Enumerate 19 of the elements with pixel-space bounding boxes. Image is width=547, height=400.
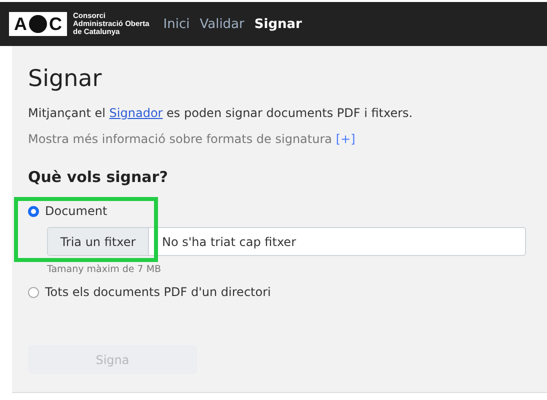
radio-button[interactable] xyxy=(28,286,39,298)
more-info-text: Mostra més informació sobre formats de signatura [+] xyxy=(28,132,356,146)
intro-text: Mitjançant el Signador es poden signar documents PDF i fitxers. xyxy=(28,106,414,120)
page-title: Signar xyxy=(28,66,103,92)
choose-file-button[interactable]: Tria un fitxer xyxy=(48,228,149,255)
nav-link[interactable]: Signar xyxy=(254,16,302,32)
circle-icon xyxy=(29,15,47,33)
size-hint: Tamany màxim de 7 MB xyxy=(47,264,162,275)
logo-letter: C xyxy=(49,14,62,34)
nav-link[interactable]: Validar xyxy=(200,16,244,32)
radio-button[interactable] xyxy=(28,206,39,216)
radio-label: Tots els documents PDF d'un directori xyxy=(45,285,271,299)
radio-label: Document xyxy=(45,204,108,218)
signador-link[interactable]: Signador xyxy=(109,106,163,120)
section-heading: Què vols signar? xyxy=(28,168,169,186)
logo-letter: A xyxy=(14,14,27,34)
nav-link[interactable]: Inici xyxy=(163,16,190,32)
file-status: No s'ha triat cap fitxer xyxy=(161,234,296,250)
file-input[interactable]: Tria un fitxer No s'ha triat cap fitxer xyxy=(47,227,526,256)
